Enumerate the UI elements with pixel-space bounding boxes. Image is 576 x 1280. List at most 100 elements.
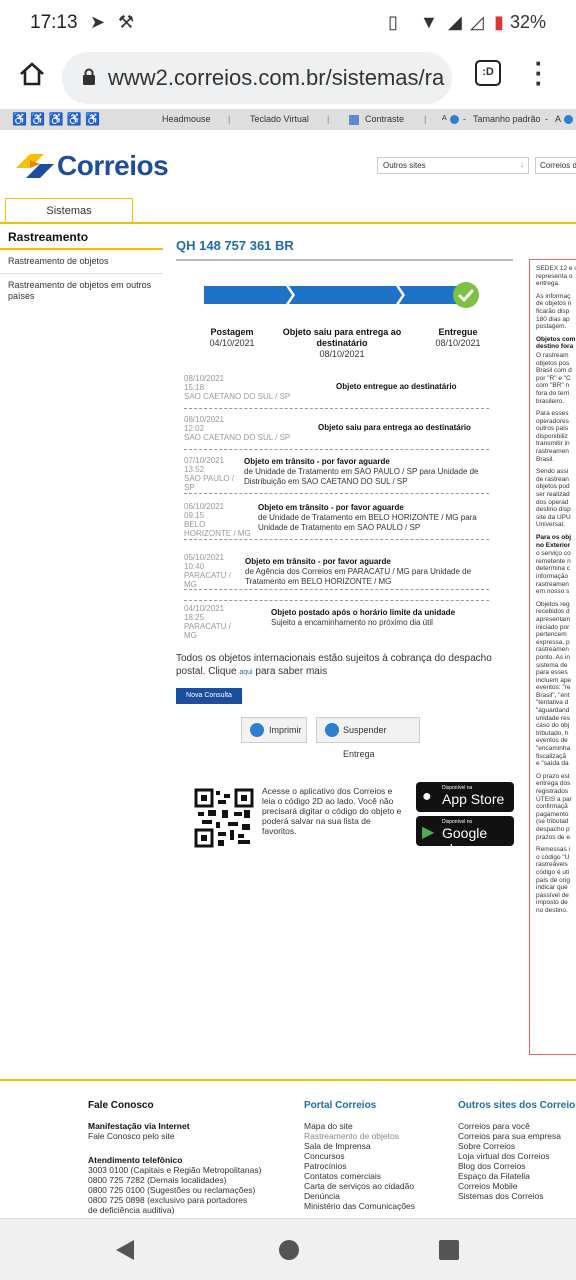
correios-logo-text[interactable]: Correios (57, 150, 169, 182)
tabs-button[interactable]: :D (475, 60, 501, 86)
imprimir-label: Imprimir (269, 725, 302, 735)
suspender-label: Suspender Entrega (343, 725, 387, 759)
signal2-icon: ◿ (470, 12, 484, 32)
separator: | (228, 114, 231, 124)
event-desc: Objeto em trânsito - por favor aguarde de… (244, 457, 489, 487)
home-icon[interactable] (18, 60, 46, 88)
notice-text: Todos os objetos internacionais estão su… (176, 653, 492, 677)
nova-consulta-button[interactable]: Nova Consulta (176, 688, 242, 704)
separator: | (327, 114, 330, 124)
footer-link[interactable]: Patrocínios (304, 1161, 444, 1171)
tracking-event: 05/10/2021 10:40 PARACATU / MG Objeto em t… (184, 548, 489, 590)
headmouse-link[interactable]: Headmouse (162, 114, 211, 124)
tracking-event: 06/10/2021 09:15 BELO HORIZONTE / MG Objet… (184, 500, 489, 540)
tab-sistemas[interactable]: Sistemas (5, 198, 133, 223)
footer-link[interactable]: Loja virtual dos Correios (458, 1151, 576, 1161)
info-paragraph: Objetos reg recebidos d apresentam inici… (536, 600, 572, 768)
correios-logo-icon[interactable] (14, 150, 56, 182)
correios-select[interactable]: Correios d (535, 157, 576, 174)
vibrate-icon: ▯ (388, 12, 398, 32)
url-text[interactable]: www2.correios.com.br/sistemas/ra (108, 65, 448, 91)
footer-link[interactable]: Rastreamento de objetos (304, 1131, 444, 1141)
event-time: 12:02 (184, 424, 205, 433)
footer-heading: Fale Conosco (88, 1100, 154, 1111)
info-heading: Objetos com destino fora (536, 335, 576, 351)
footer-link[interactable]: Sala de Imprensa (304, 1141, 444, 1151)
footer-link[interactable]: Concursos (304, 1151, 444, 1161)
event-meta: 07/10/2021 13:52 SAO PAULO / SP (184, 456, 239, 492)
event-meta: 04/10/2021 18:25 PARACATU / MG (184, 604, 244, 640)
tracking-event: 04/10/2021 18:25 PARACATU / MG Objeto post… (184, 600, 489, 640)
status-bar: 17:13 ➤ ⚒ ▯ ▼ ◢ ◿ ▮ 32% (0, 0, 576, 46)
wifi-icon: ▼ (420, 12, 438, 32)
footer-link[interactable]: Sistemas dos Correios (458, 1191, 576, 1201)
info-sidebar: SEDEX 12 e o representa o entrega. As in… (529, 259, 576, 1055)
footer-heading[interactable]: Outros sites dos Correios (458, 1101, 576, 1111)
tamanho-padrao-link[interactable]: Tamanho padrão (473, 114, 541, 124)
battery-icon: ▮ (494, 12, 504, 32)
tracking-code: QH 148 757 361 BR (176, 238, 513, 261)
status-time: 17:13 (30, 12, 78, 33)
lock-icon (83, 68, 95, 85)
event-detail: de Agência dos Correios em PARACATU / MG… (245, 567, 472, 586)
stage-date: 08/10/2021 (435, 338, 481, 348)
imprimir-button[interactable]: Imprimir (241, 717, 307, 743)
event-title: Objeto em trânsito - por favor aguarde (258, 503, 404, 512)
stage-entregue: Entregue 08/10/2021 (428, 327, 488, 349)
google-play-badge[interactable]: ▶ Disponível no Google play (416, 816, 514, 857)
event-place: SAO CAETANO DO SUL / SP (184, 433, 291, 442)
footer-heading[interactable]: Portal Correios (304, 1101, 444, 1111)
suspender-entrega-button[interactable]: Suspender Entrega (316, 717, 420, 759)
address-bar[interactable]: www2.correios.com.br/sistemas/ra (62, 52, 452, 104)
recents-icon[interactable] (438, 1239, 460, 1261)
font-increase-icon[interactable] (564, 115, 573, 124)
international-notice: Todos os objetos internacionais estão su… (176, 652, 513, 679)
font-decrease-label[interactable]: A (442, 115, 447, 122)
event-time: 15:18 (184, 383, 205, 392)
footer-link[interactable]: Correios para você (458, 1121, 576, 1131)
info-paragraph: As informaç de objetos n ficarão disp 18… (536, 292, 572, 331)
sidebar-item-rastreamento-outros-paises[interactable]: Rastreamento de objetos em outros países (0, 274, 163, 308)
contraste-link[interactable]: Contraste (365, 114, 404, 124)
footer-phone: 0800 725 7282 (Demais localidades) (88, 1175, 227, 1185)
font-increase-label[interactable]: A (555, 114, 561, 124)
footer-link[interactable]: Espaço da Filatelia (458, 1171, 576, 1181)
footer-link[interactable]: Carta de serviços ao cidadão (304, 1181, 444, 1191)
contrast-icon (349, 115, 359, 125)
info-paragraph: Remessas i o código "U rastreáveis códig… (536, 846, 570, 914)
saiba-mais-link[interactable]: aqui (239, 669, 252, 676)
footer-link[interactable]: Blog dos Correios (458, 1161, 576, 1171)
footer-link[interactable]: Correios Mobile (458, 1181, 576, 1191)
battery-level: 32% (510, 12, 547, 32)
footer-link[interactable]: Sobre Correios (458, 1141, 576, 1151)
event-place: BELO HORIZONTE / MG (184, 520, 251, 538)
event-title: Objeto entregue ao destinatário (336, 382, 457, 391)
event-time: 13:52 (184, 465, 205, 474)
footer-link[interactable]: Contatos comerciais (304, 1171, 444, 1181)
event-desc: Objeto saiu para entrega ao destinatário (318, 423, 471, 433)
event-desc: Objeto entregue ao destinatário (336, 382, 456, 392)
info-heading: Para os obj no Exterior (536, 534, 572, 549)
progress-bar (204, 282, 479, 308)
event-desc: Objeto em trânsito - por favor aguarde de… (258, 503, 488, 533)
app-store-badge[interactable]: ● Disponível na App Store (416, 782, 514, 812)
footer-link[interactable]: Ministério das Comunicações (304, 1201, 444, 1211)
back-icon[interactable] (114, 1239, 136, 1261)
menu-icon[interactable]: · · · (534, 50, 544, 96)
footer-link[interactable]: Correios para sua empresa (458, 1131, 576, 1141)
footer-link[interactable]: Denúncia (304, 1191, 444, 1201)
font-decrease-icon[interactable] (450, 115, 459, 124)
footer-link[interactable]: Mapa do site (304, 1121, 444, 1131)
footer-phone: 3003 0100 (Capitais e Região Metropolita… (88, 1165, 262, 1175)
teclado-virtual-link[interactable]: Teclado Virtual (250, 114, 309, 124)
event-title: Objeto postado após o horário limite da … (271, 608, 456, 617)
outros-sites-select[interactable]: Outros sites ↓ (377, 157, 529, 174)
event-date: 08/10/2021 (184, 415, 225, 424)
event-meta: 05/10/2021 10:40 PARACATU / MG (184, 553, 239, 589)
footer-link[interactable]: Fale Conosco pelo site (88, 1131, 288, 1141)
info-paragraph: O rastream objetos pos Brasil com d por … (536, 351, 572, 405)
home-circle-icon[interactable] (278, 1239, 300, 1261)
event-desc: Objeto em trânsito - por favor aguarde de… (245, 557, 490, 587)
stage-postagem: Postagem 04/10/2021 (196, 327, 268, 349)
sidebar-item-rastreamento[interactable]: Rastreamento de objetos (0, 250, 163, 274)
